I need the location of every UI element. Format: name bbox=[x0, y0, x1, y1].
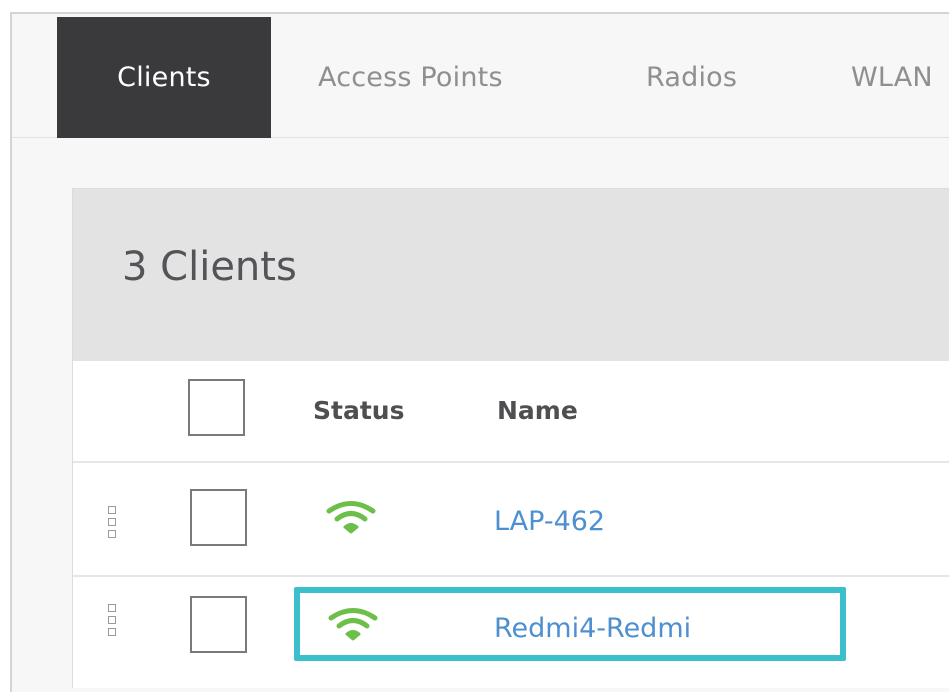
tab-clients-label: Clients bbox=[117, 62, 211, 93]
tab-wlan[interactable]: WLAN bbox=[851, 17, 933, 138]
row-checkbox[interactable] bbox=[190, 596, 247, 653]
clients-count-title: 3 Clients bbox=[122, 244, 297, 290]
tab-access-points[interactable]: Access Points bbox=[318, 17, 503, 138]
tab-radios[interactable]: Radios bbox=[646, 17, 737, 138]
drag-handle[interactable] bbox=[108, 604, 116, 636]
tab-access-points-label: Access Points bbox=[318, 62, 503, 93]
highlight-box bbox=[294, 587, 846, 661]
client-name-link[interactable]: LAP-462 bbox=[494, 506, 605, 537]
drag-handle[interactable] bbox=[108, 506, 116, 538]
column-header-status[interactable]: Status bbox=[313, 396, 404, 425]
row-checkbox[interactable] bbox=[190, 489, 247, 546]
tab-wlan-label: WLAN bbox=[851, 62, 933, 93]
select-all-checkbox[interactable] bbox=[188, 379, 245, 436]
wifi-icon bbox=[326, 501, 376, 534]
column-header-name[interactable]: Name bbox=[497, 396, 578, 425]
row-divider bbox=[73, 461, 949, 463]
tab-clients[interactable]: Clients bbox=[57, 17, 271, 138]
row-divider bbox=[73, 575, 949, 577]
tab-radios-label: Radios bbox=[646, 62, 738, 93]
